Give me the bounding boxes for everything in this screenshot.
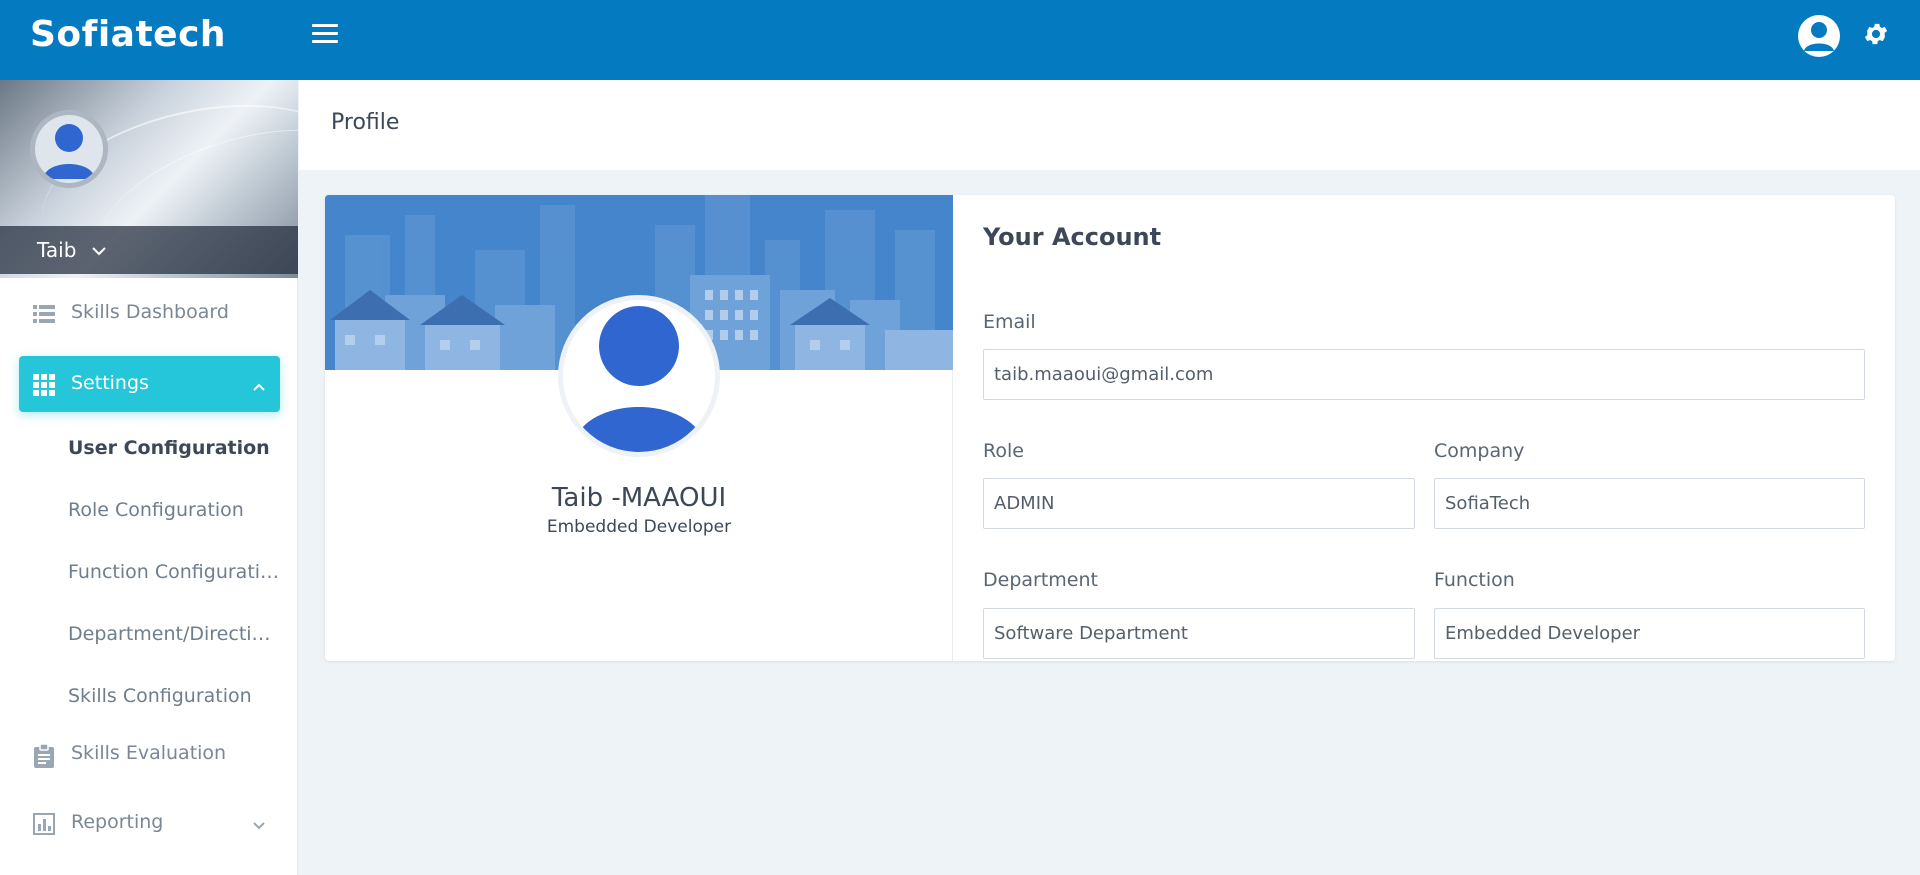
email-field[interactable]: [983, 349, 1865, 400]
company-field[interactable]: [1434, 478, 1865, 529]
sidebar-item-settings[interactable]: Settings: [19, 356, 280, 412]
department-label: Department: [983, 569, 1098, 591]
department-field[interactable]: [983, 608, 1415, 659]
account-title: Your Account: [983, 223, 1162, 251]
sidebar-item-label: Skills Evaluation: [71, 742, 227, 764]
profile-card: Taib -MAAOUI Embedded Developer Your Acc…: [325, 195, 1895, 661]
sidebar: Taib Skills Dashboard Settings User Conf…: [0, 80, 298, 875]
grid-icon: [33, 374, 55, 396]
sub-item-department-direction[interactable]: Department/Directi…: [68, 614, 280, 654]
account-panel: Your Account Email Role Company Departme…: [953, 195, 1895, 661]
sidebar-item-label: Skills Dashboard: [71, 301, 229, 323]
profile-avatar: [558, 295, 720, 457]
clipboard-icon: [33, 743, 55, 768]
sidebar-item-reporting[interactable]: Reporting: [19, 795, 280, 851]
profile-job-title: Embedded Developer: [546, 517, 732, 537]
sidebar-user-name: Taib: [37, 238, 77, 262]
brand-logo[interactable]: Sofiatech: [30, 14, 226, 55]
chevron-up-icon: [252, 377, 266, 396]
chevron-down-icon: [91, 242, 107, 261]
profile-summary-panel: Taib -MAAOUI Embedded Developer: [325, 195, 953, 661]
sub-item-skills-configuration[interactable]: Skills Configuration: [68, 676, 280, 716]
page-header: Profile: [299, 80, 1920, 170]
sub-item-user-configuration[interactable]: User Configuration: [68, 428, 280, 468]
top-bar: Sofiatech: [0, 0, 1920, 80]
sidebar-user-header: Taib: [0, 80, 298, 278]
user-avatar-icon[interactable]: [1798, 15, 1840, 57]
sub-item-function-configuration[interactable]: Function Configurati…: [68, 552, 280, 592]
company-label: Company: [1434, 440, 1525, 462]
function-label: Function: [1434, 569, 1515, 591]
page-title: Profile: [331, 110, 400, 135]
role-label: Role: [983, 440, 1024, 462]
sidebar-item-skills-dashboard[interactable]: Skills Dashboard: [19, 285, 280, 341]
sidebar-item-label: Settings: [71, 372, 149, 394]
chevron-down-icon: [252, 816, 266, 835]
email-label: Email: [983, 311, 1036, 333]
list-icon: [33, 303, 55, 325]
sidebar-avatar: [30, 110, 108, 188]
hamburger-menu-icon[interactable]: [312, 24, 338, 46]
sidebar-item-skills-evaluation[interactable]: Skills Evaluation: [19, 726, 280, 782]
settings-gear-icon[interactable]: [1862, 20, 1890, 48]
bar-chart-icon: [33, 813, 55, 835]
sub-item-role-configuration[interactable]: Role Configuration: [68, 490, 280, 530]
function-field[interactable]: [1434, 608, 1865, 659]
sidebar-item-label: Reporting: [71, 811, 164, 833]
sidebar-user-toggle[interactable]: Taib: [0, 226, 298, 274]
profile-name: Taib -MAAOUI: [551, 483, 727, 513]
role-field[interactable]: [983, 478, 1415, 529]
